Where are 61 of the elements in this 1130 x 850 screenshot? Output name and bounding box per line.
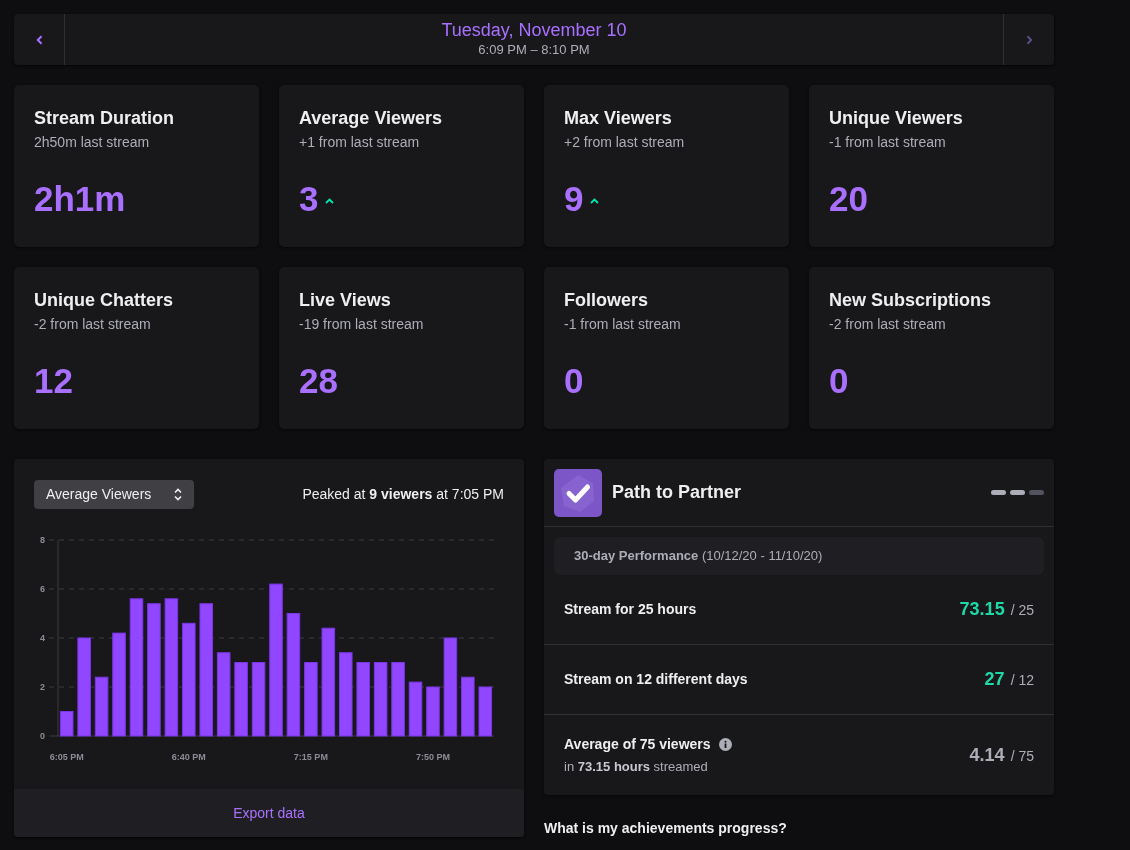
section-heading: What is my achievements progress? xyxy=(544,819,787,838)
goal-label: Stream on 12 different days xyxy=(564,670,748,689)
y-tick-label: 6 xyxy=(40,584,45,594)
goal-label: Average of 75 viewers xyxy=(564,734,711,754)
stat-value: 12 xyxy=(34,360,73,402)
stat-value: 0 xyxy=(564,360,584,402)
y-tick-label: 8 xyxy=(40,535,45,545)
stat-title: Unique Viewers xyxy=(829,107,963,130)
stat-title: Live Views xyxy=(299,289,391,312)
stat-comparison: -1 from last stream xyxy=(564,315,681,334)
stat-title: Followers xyxy=(564,289,648,312)
x-tick-label: 7:50 PM xyxy=(415,752,450,762)
up-down-chevron-icon xyxy=(174,488,182,501)
y-tick-label: 4 xyxy=(40,633,45,643)
time-range: 6:09 PM – 8:10 PM xyxy=(478,41,590,58)
stat-title: Unique Chatters xyxy=(34,289,174,312)
y-tick-label: 0 xyxy=(40,731,45,741)
stat-value: 2h1m xyxy=(34,178,126,220)
export-data-link[interactable]: Export data xyxy=(233,802,305,824)
goal-target: / 25 xyxy=(1010,601,1034,620)
goal-value: 4.14 xyxy=(969,743,1005,767)
stat-value: 0 xyxy=(829,360,849,402)
stat-value: 9 xyxy=(564,178,584,220)
x-tick-label: 6:40 PM xyxy=(171,752,206,762)
goal-value: 73.15 xyxy=(959,598,1005,621)
check-badge-icon xyxy=(554,468,602,517)
goal-target: / 12 xyxy=(1010,671,1034,690)
stat-comparison: -1 from last stream xyxy=(829,133,946,152)
goal-target: / 75 xyxy=(1010,746,1034,766)
goal-label: Stream for 25 hours xyxy=(564,600,697,619)
stat-title: New Subscriptions xyxy=(829,289,992,312)
stat-comparison: -2 from last stream xyxy=(829,315,946,334)
stat-title: Max Viewers xyxy=(564,107,672,130)
stat-title: Average Viewers xyxy=(299,107,443,130)
chevron-left-icon xyxy=(35,34,43,45)
stat-value: 28 xyxy=(299,360,338,402)
goal-value: 27 xyxy=(984,668,1005,691)
date-title: Tuesday, November 10 xyxy=(441,19,627,41)
stat-comparison: +1 from last stream xyxy=(299,133,420,152)
performance-period: 30-day Performance (10/12/20 - 11/10/20) xyxy=(554,537,1044,575)
stat-comparison: 2h50m last stream xyxy=(34,133,150,152)
partner-title: Path to Partner xyxy=(612,481,742,504)
chart-bar xyxy=(59,711,74,737)
stat-value: 20 xyxy=(829,178,868,220)
stat-value: 3 xyxy=(299,178,319,220)
stat-comparison: -19 from last stream xyxy=(299,315,424,334)
peak-summary: Peaked at 9 viewers at 7:05 PM xyxy=(302,485,504,504)
chart-bar xyxy=(426,686,440,737)
stat-title: Stream Duration xyxy=(34,107,175,130)
metric-select[interactable]: Average Viewers xyxy=(34,480,194,509)
chevron-right-icon xyxy=(1025,34,1033,45)
chart-bar xyxy=(461,676,475,737)
stat-comparison: -2 from last stream xyxy=(34,315,151,334)
x-tick-label: 6:05 PM xyxy=(49,752,84,762)
x-tick-label: 7:15 PM xyxy=(293,752,328,762)
y-tick-label: 2 xyxy=(40,682,45,692)
chart-bar xyxy=(478,686,493,737)
goal-detail: in 73.15 hours streamed xyxy=(564,757,708,776)
stat-comparison: +2 from last stream xyxy=(564,133,685,152)
chart-bar xyxy=(408,681,423,737)
chart-bar xyxy=(94,676,109,737)
